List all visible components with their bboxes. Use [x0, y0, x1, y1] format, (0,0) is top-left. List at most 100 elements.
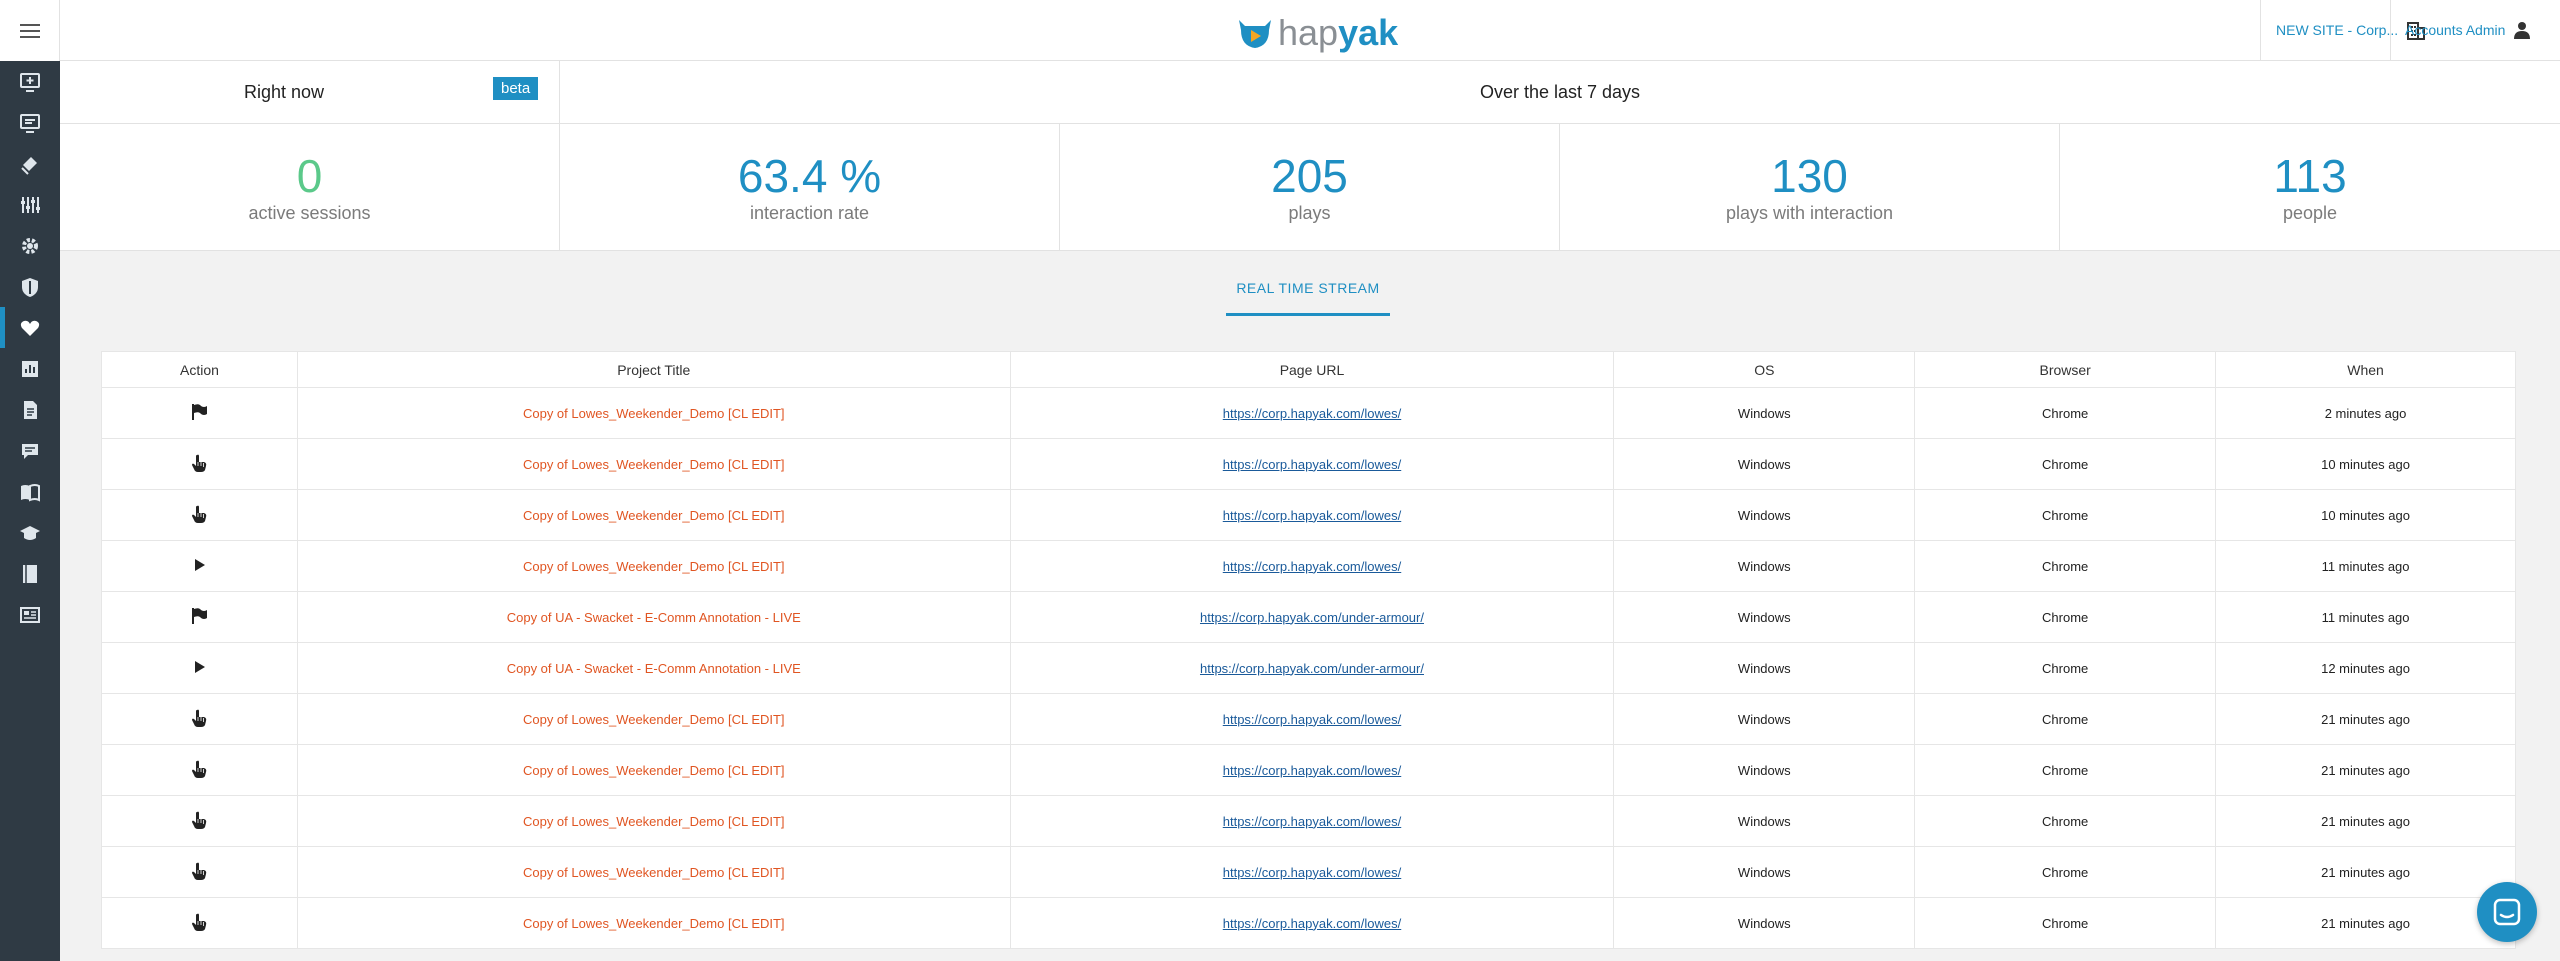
project-title-cell[interactable]: Copy of Lowes_Weekender_Demo [CL EDIT] — [296, 846, 1011, 898]
page-url-link[interactable]: https://corp.hapyak.com/lowes/ — [1223, 559, 1401, 574]
table-row: Copy of Lowes_Weekender_Demo [CL EDIT] ht… — [101, 897, 2516, 949]
sidebar-item-book[interactable] — [0, 553, 60, 594]
project-title-cell[interactable]: Copy of Lowes_Weekender_Demo [CL EDIT] — [296, 438, 1011, 490]
page-url-link[interactable]: https://corp.hapyak.com/under-armour/ — [1200, 661, 1424, 676]
browser-cell: Chrome — [1914, 693, 2217, 745]
project-title-cell[interactable]: Copy of Lowes_Weekender_Demo [CL EDIT] — [296, 795, 1011, 847]
page-url-link[interactable]: https://corp.hapyak.com/lowes/ — [1223, 763, 1401, 778]
tab-real-time-stream[interactable]: REAL TIME STREAM — [1226, 272, 1390, 316]
screen-list-icon — [20, 113, 40, 133]
sidebar-item-newspaper[interactable] — [0, 594, 60, 635]
when-cell: 11 minutes ago — [2215, 591, 2516, 643]
when-cell: 11 minutes ago — [2215, 540, 2516, 592]
sidebar-item-screen-list[interactable] — [0, 102, 60, 143]
project-title-cell[interactable]: Copy of Lowes_Weekender_Demo [CL EDIT] — [296, 489, 1011, 541]
chat-launcher-button[interactable] — [2477, 882, 2537, 942]
project-title-cell[interactable]: Copy of UA - Swacket - E-Comm Annotation… — [296, 642, 1011, 694]
column-header-when[interactable]: When — [2215, 351, 2516, 388]
sliders-icon — [21, 196, 40, 213]
when-cell: 21 minutes ago — [2215, 693, 2516, 745]
page-url-link[interactable]: https://corp.hapyak.com/lowes/ — [1223, 865, 1401, 880]
page-url-link[interactable]: https://corp.hapyak.com/under-armour/ — [1200, 610, 1424, 625]
stat-value: 0 — [296, 149, 323, 202]
sidebar-item-gear[interactable] — [0, 225, 60, 266]
action-cell — [101, 387, 298, 439]
sidebar-item-sliders[interactable] — [0, 184, 60, 225]
hand-pointer-icon — [192, 454, 207, 472]
page-url-link[interactable]: https://corp.hapyak.com/lowes/ — [1223, 508, 1401, 523]
os-cell: Windows — [1613, 744, 1916, 796]
table-row: Copy of Lowes_Weekender_Demo [CL EDIT] ht… — [101, 540, 2516, 592]
stat-value: 130 — [1771, 149, 1848, 202]
column-header-project-title[interactable]: Project Title — [296, 351, 1011, 388]
play-icon — [195, 558, 206, 571]
browser-cell: Chrome — [1914, 744, 2217, 796]
account-menu[interactable]: Accounts Admin — [2390, 0, 2560, 60]
action-cell — [101, 642, 298, 694]
action-cell — [101, 897, 298, 949]
stat-label: people — [2282, 202, 2338, 223]
page-url-link[interactable]: https://corp.hapyak.com/lowes/ — [1223, 406, 1401, 421]
when-cell: 10 minutes ago — [2215, 438, 2516, 490]
table-row: Copy of Lowes_Weekender_Demo [CL EDIT] ht… — [101, 438, 2516, 490]
project-title-cell[interactable]: Copy of Lowes_Weekender_Demo [CL EDIT] — [296, 387, 1011, 439]
project-title-cell[interactable]: Copy of UA - Swacket - E-Comm Annotation… — [296, 591, 1011, 643]
page-url-cell: https://corp.hapyak.com/lowes/ — [1009, 693, 1615, 745]
page-url-cell: https://corp.hapyak.com/lowes/ — [1009, 438, 1615, 490]
page-url-link[interactable]: https://corp.hapyak.com/lowes/ — [1223, 712, 1401, 727]
when-cell: 21 minutes ago — [2215, 846, 2516, 898]
hapyak-logo[interactable]: hapyak — [1236, 12, 1398, 54]
hand-pointer-icon — [192, 760, 207, 778]
hand-pointer-icon — [192, 811, 207, 829]
stat-label: plays with interaction — [1725, 202, 1894, 223]
site-label: NEW SITE - Corp... — [2276, 22, 2399, 38]
page-url-cell: https://corp.hapyak.com/lowes/ — [1009, 897, 1615, 949]
column-header-browser[interactable]: Browser — [1914, 351, 2217, 388]
column-header-page-url[interactable]: Page URL — [1009, 351, 1615, 388]
column-header-action[interactable]: Action — [101, 351, 298, 388]
os-cell: Windows — [1613, 795, 1916, 847]
sidebar-item-book-open[interactable] — [0, 471, 60, 512]
chat-icon — [22, 443, 38, 459]
os-cell: Windows — [1613, 438, 1916, 490]
when-cell: 12 minutes ago — [2215, 642, 2516, 694]
table-header-row: Action Project Title Page URL OS Browser… — [101, 351, 2516, 388]
project-title-cell[interactable]: Copy of Lowes_Weekender_Demo [CL EDIT] — [296, 540, 1011, 592]
stat-people: 113 people — [2060, 124, 2560, 250]
sidebar-item-graduation-cap[interactable] — [0, 512, 60, 553]
page-url-link[interactable]: https://corp.hapyak.com/lowes/ — [1223, 916, 1401, 931]
os-cell: Windows — [1613, 897, 1916, 949]
sidebar-item-shield[interactable] — [0, 266, 60, 307]
menu-toggle-button[interactable] — [0, 0, 60, 61]
book-open-icon — [21, 483, 40, 502]
sidebar-item-layers[interactable] — [0, 143, 60, 184]
shield-icon — [22, 277, 38, 297]
sidebar-item-bar-chart[interactable] — [0, 348, 60, 389]
hand-pointer-icon — [192, 505, 207, 523]
stats-header: Right now beta Over the last 7 days — [60, 61, 2560, 124]
action-cell — [101, 744, 298, 796]
page-url-link[interactable]: https://corp.hapyak.com/lowes/ — [1223, 814, 1401, 829]
sidebar-item-heart[interactable] — [0, 307, 60, 348]
project-title-cell[interactable]: Copy of Lowes_Weekender_Demo [CL EDIT] — [296, 744, 1011, 796]
page-url-link[interactable]: https://corp.hapyak.com/lowes/ — [1223, 457, 1401, 472]
flag-icon — [192, 607, 208, 624]
hamburger-icon — [19, 23, 40, 38]
sidebar-item-document[interactable] — [0, 389, 60, 430]
os-cell: Windows — [1613, 846, 1916, 898]
graduation-cap-icon — [20, 525, 40, 540]
project-title-cell[interactable]: Copy of Lowes_Weekender_Demo [CL EDIT] — [296, 897, 1011, 949]
right-now-title: Right now — [244, 81, 325, 102]
stats-panel: Right now beta Over the last 7 days 0 ac… — [60, 61, 2560, 251]
page-url-cell: https://corp.hapyak.com/lowes/ — [1009, 744, 1615, 796]
sidebar-item-chat[interactable] — [0, 430, 60, 471]
action-cell — [101, 438, 298, 490]
column-header-os[interactable]: OS — [1613, 351, 1916, 388]
page-url-cell: https://corp.hapyak.com/lowes/ — [1009, 795, 1615, 847]
browser-cell: Chrome — [1914, 387, 2217, 439]
sidebar-item-monitor-plus[interactable] — [0, 61, 60, 102]
stat-plays-with-interaction: 130 plays with interaction — [1560, 124, 2060, 250]
project-title-cell[interactable]: Copy of Lowes_Weekender_Demo [CL EDIT] — [296, 693, 1011, 745]
play-icon — [195, 660, 206, 673]
stat-plays: 205 plays — [1060, 124, 1560, 250]
